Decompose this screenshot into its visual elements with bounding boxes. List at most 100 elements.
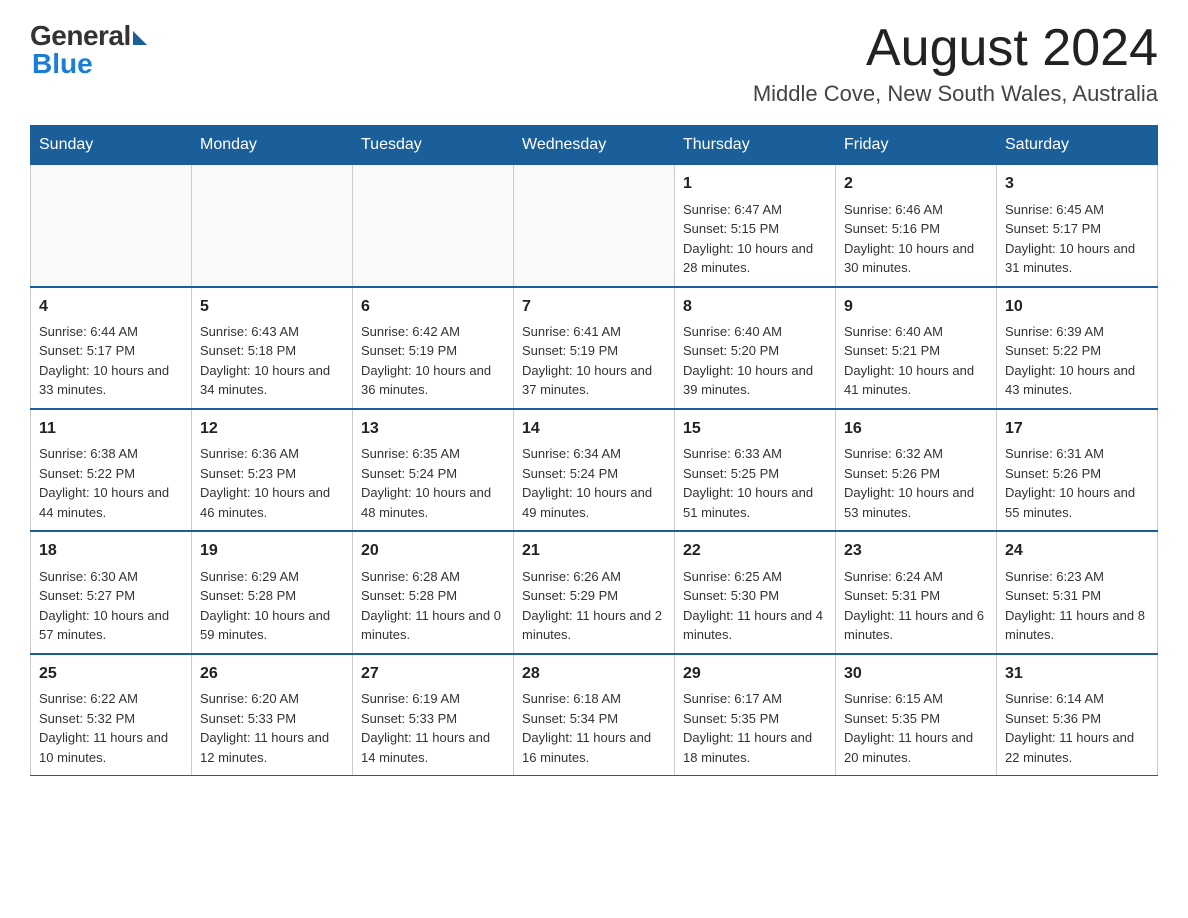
day-info: Sunrise: 6:20 AMSunset: 5:33 PMDaylight:… — [200, 689, 344, 767]
title-block: August 2024 Middle Cove, New South Wales… — [753, 20, 1158, 107]
day-number: 22 — [683, 540, 827, 562]
day-info: Sunrise: 6:40 AMSunset: 5:20 PMDaylight:… — [683, 322, 827, 400]
day-number: 10 — [1005, 296, 1149, 318]
day-number: 1 — [683, 173, 827, 195]
calendar-day-header: Tuesday — [353, 126, 514, 165]
day-info: Sunrise: 6:24 AMSunset: 5:31 PMDaylight:… — [844, 567, 988, 645]
day-number: 21 — [522, 540, 666, 562]
day-number: 19 — [200, 540, 344, 562]
day-number: 29 — [683, 663, 827, 685]
day-number: 25 — [39, 663, 183, 685]
calendar-day-cell: 5 Sunrise: 6:43 AMSunset: 5:18 PMDaylight… — [192, 287, 353, 409]
day-number: 18 — [39, 540, 183, 562]
calendar-day-cell: 9Sunrise: 6:40 AMSunset: 5:21 PMDaylight… — [836, 287, 997, 409]
logo-blue-text: Blue — [32, 48, 93, 80]
calendar-day-cell: 12Sunrise: 6:36 AMSunset: 5:23 PMDayligh… — [192, 409, 353, 531]
calendar-day-header: Sunday — [31, 126, 192, 165]
day-info: Sunrise: 6:23 AMSunset: 5:31 PMDaylight:… — [1005, 567, 1149, 645]
calendar-day-header: Friday — [836, 126, 997, 165]
page-header: General Blue August 2024 Middle Cove, Ne… — [30, 20, 1158, 107]
calendar-day-cell: 8Sunrise: 6:40 AMSunset: 5:20 PMDaylight… — [675, 287, 836, 409]
day-info: Sunrise: 6:36 AMSunset: 5:23 PMDaylight:… — [200, 444, 344, 522]
day-info: Sunrise: 6:26 AMSunset: 5:29 PMDaylight:… — [522, 567, 666, 645]
calendar-day-cell: 15Sunrise: 6:33 AMSunset: 5:25 PMDayligh… — [675, 409, 836, 531]
calendar-day-cell: 11 Sunrise: 6:38 AMSunset: 5:22 PMDayligh… — [31, 409, 192, 531]
day-number: 16 — [844, 418, 988, 440]
logo: General Blue — [30, 20, 147, 80]
calendar-day-cell: 28 Sunrise: 6:18 AMSunset: 5:34 PMDayligh… — [514, 654, 675, 776]
day-number: 14 — [522, 418, 666, 440]
day-info: Sunrise: 6:14 AMSunset: 5:36 PMDaylight:… — [1005, 689, 1149, 767]
day-info: Sunrise: 6:15 AMSunset: 5:35 PMDaylight:… — [844, 689, 988, 767]
day-number: 24 — [1005, 540, 1149, 562]
calendar-day-cell: 29 Sunrise: 6:17 AMSunset: 5:35 PMDayligh… — [675, 654, 836, 776]
day-info: Sunrise: 6:17 AMSunset: 5:35 PMDaylight:… — [683, 689, 827, 767]
day-number: 15 — [683, 418, 827, 440]
calendar-day-cell: 24 Sunrise: 6:23 AMSunset: 5:31 PMDayligh… — [997, 531, 1158, 653]
calendar-day-cell — [353, 165, 514, 287]
calendar-day-cell: 22 Sunrise: 6:25 AMSunset: 5:30 PMDayligh… — [675, 531, 836, 653]
calendar-table: SundayMondayTuesdayWednesdayThursdayFrid… — [30, 125, 1158, 776]
month-title: August 2024 — [753, 20, 1158, 77]
calendar-week-row: 4 Sunrise: 6:44 AMSunset: 5:17 PMDaylight… — [31, 287, 1158, 409]
day-info: Sunrise: 6:38 AMSunset: 5:22 PMDaylight:… — [39, 444, 183, 522]
calendar-day-cell: 21 Sunrise: 6:26 AMSunset: 5:29 PMDayligh… — [514, 531, 675, 653]
day-number: 11 — [39, 418, 183, 440]
day-info: Sunrise: 6:45 AMSunset: 5:17 PMDaylight:… — [1005, 200, 1149, 278]
calendar-week-row: 1Sunrise: 6:47 AMSunset: 5:15 PMDaylight… — [31, 165, 1158, 287]
day-number: 2 — [844, 173, 988, 195]
calendar-day-header: Wednesday — [514, 126, 675, 165]
day-info: Sunrise: 6:30 AMSunset: 5:27 PMDaylight:… — [39, 567, 183, 645]
location-title: Middle Cove, New South Wales, Australia — [753, 81, 1158, 107]
day-number: 17 — [1005, 418, 1149, 440]
calendar-day-cell: 30 Sunrise: 6:15 AMSunset: 5:35 PMDayligh… — [836, 654, 997, 776]
calendar-day-cell: 2 Sunrise: 6:46 AMSunset: 5:16 PMDaylight… — [836, 165, 997, 287]
day-info: Sunrise: 6:46 AMSunset: 5:16 PMDaylight:… — [844, 200, 988, 278]
day-info: Sunrise: 6:19 AMSunset: 5:33 PMDaylight:… — [361, 689, 505, 767]
calendar-day-cell: 7Sunrise: 6:41 AMSunset: 5:19 PMDaylight… — [514, 287, 675, 409]
calendar-day-cell: 31 Sunrise: 6:14 AMSunset: 5:36 PMDayligh… — [997, 654, 1158, 776]
day-info: Sunrise: 6:32 AMSunset: 5:26 PMDaylight:… — [844, 444, 988, 522]
day-info: Sunrise: 6:31 AMSunset: 5:26 PMDaylight:… — [1005, 444, 1149, 522]
day-number: 3 — [1005, 173, 1149, 195]
day-info: Sunrise: 6:39 AMSunset: 5:22 PMDaylight:… — [1005, 322, 1149, 400]
day-info: Sunrise: 6:42 AMSunset: 5:19 PMDaylight:… — [361, 322, 505, 400]
day-info: Sunrise: 6:34 AMSunset: 5:24 PMDaylight:… — [522, 444, 666, 522]
calendar-day-cell: 14 Sunrise: 6:34 AMSunset: 5:24 PMDayligh… — [514, 409, 675, 531]
calendar-day-cell: 13Sunrise: 6:35 AMSunset: 5:24 PMDayligh… — [353, 409, 514, 531]
calendar-day-cell — [31, 165, 192, 287]
day-number: 28 — [522, 663, 666, 685]
day-info: Sunrise: 6:22 AMSunset: 5:32 PMDaylight:… — [39, 689, 183, 767]
calendar-day-header: Saturday — [997, 126, 1158, 165]
calendar-week-row: 11 Sunrise: 6:38 AMSunset: 5:22 PMDayligh… — [31, 409, 1158, 531]
calendar-week-row: 18 Sunrise: 6:30 AMSunset: 5:27 PMDayligh… — [31, 531, 1158, 653]
day-number: 31 — [1005, 663, 1149, 685]
calendar-day-cell — [192, 165, 353, 287]
day-number: 23 — [844, 540, 988, 562]
day-info: Sunrise: 6:40 AMSunset: 5:21 PMDaylight:… — [844, 322, 988, 400]
day-number: 5 — [200, 296, 344, 318]
calendar-day-cell: 16 Sunrise: 6:32 AMSunset: 5:26 PMDayligh… — [836, 409, 997, 531]
day-info: Sunrise: 6:29 AMSunset: 5:28 PMDaylight:… — [200, 567, 344, 645]
calendar-day-header: Monday — [192, 126, 353, 165]
calendar-day-cell: 10 Sunrise: 6:39 AMSunset: 5:22 PMDayligh… — [997, 287, 1158, 409]
calendar-day-cell: 19 Sunrise: 6:29 AMSunset: 5:28 PMDayligh… — [192, 531, 353, 653]
calendar-day-cell: 17 Sunrise: 6:31 AMSunset: 5:26 PMDayligh… — [997, 409, 1158, 531]
calendar-day-cell: 20 Sunrise: 6:28 AMSunset: 5:28 PMDayligh… — [353, 531, 514, 653]
logo-arrow-icon — [133, 31, 147, 45]
day-info: Sunrise: 6:25 AMSunset: 5:30 PMDaylight:… — [683, 567, 827, 645]
day-info: Sunrise: 6:18 AMSunset: 5:34 PMDaylight:… — [522, 689, 666, 767]
day-info: Sunrise: 6:35 AMSunset: 5:24 PMDaylight:… — [361, 444, 505, 522]
day-number: 6 — [361, 296, 505, 318]
day-number: 4 — [39, 296, 183, 318]
day-number: 20 — [361, 540, 505, 562]
day-info: Sunrise: 6:44 AMSunset: 5:17 PMDaylight:… — [39, 322, 183, 400]
calendar-day-cell: 27Sunrise: 6:19 AMSunset: 5:33 PMDayligh… — [353, 654, 514, 776]
day-info: Sunrise: 6:41 AMSunset: 5:19 PMDaylight:… — [522, 322, 666, 400]
day-info: Sunrise: 6:43 AMSunset: 5:18 PMDaylight:… — [200, 322, 344, 400]
calendar-day-cell: 3 Sunrise: 6:45 AMSunset: 5:17 PMDaylight… — [997, 165, 1158, 287]
calendar-week-row: 25 Sunrise: 6:22 AMSunset: 5:32 PMDayligh… — [31, 654, 1158, 776]
day-number: 30 — [844, 663, 988, 685]
calendar-day-cell: 4 Sunrise: 6:44 AMSunset: 5:17 PMDaylight… — [31, 287, 192, 409]
day-info: Sunrise: 6:28 AMSunset: 5:28 PMDaylight:… — [361, 567, 505, 645]
